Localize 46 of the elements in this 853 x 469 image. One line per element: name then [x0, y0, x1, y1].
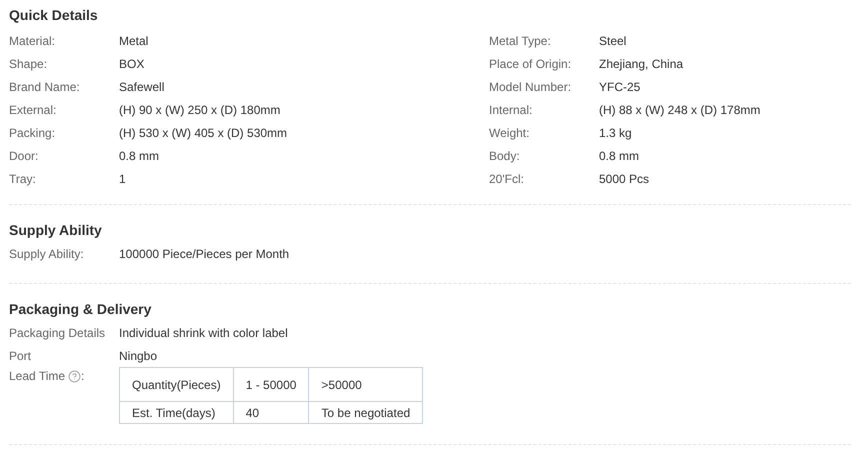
field-label: Door:: [9, 148, 40, 164]
field-value: 100000 Piece/Pieces per Month: [119, 246, 290, 262]
field-value: Steel: [599, 32, 626, 50]
field-label: Weight:: [489, 124, 530, 142]
field-value: YFC-25: [599, 78, 640, 96]
field-label: Shape:: [9, 56, 48, 72]
field-value: Safewell: [119, 78, 164, 96]
field-label: Supply Ability:: [9, 246, 85, 262]
field-value: Zhejiang, China: [599, 56, 684, 72]
table-cell: Est. Time(days): [120, 402, 234, 424]
field-value: 1: [119, 170, 126, 188]
field-label: Model Number:: [489, 78, 572, 96]
section-title: Packaging & Delivery: [9, 300, 152, 319]
table-cell: To be negotiated: [308, 402, 423, 424]
field-label: Lead Time: [9, 368, 66, 385]
field-value: 0.8 mm: [119, 148, 160, 164]
help-icon[interactable]: [68, 370, 82, 382]
field-label: Internal:: [489, 102, 534, 118]
field-label: Tray:: [9, 170, 37, 188]
section-title: Supply Ability: [9, 221, 102, 240]
field-value: (H) 88 x (W) 248 x (D) 178mm: [599, 102, 760, 118]
field-label: 20'Fcl:: [489, 170, 525, 188]
field-label: Metal Type:: [489, 32, 552, 50]
field-label: External:: [9, 102, 58, 118]
field-label: Packing:: [9, 124, 56, 142]
field-label: Packaging Details: [9, 324, 106, 342]
table-cell: 1 - 50000: [233, 368, 309, 402]
field-value: (H) 530 x (W) 405 x (D) 530mm: [119, 124, 288, 142]
field-label: Body:: [489, 148, 521, 164]
field-value: Individual shrink with color label: [119, 324, 288, 342]
field-label: Place of Origin:: [489, 56, 572, 72]
field-value: 5000 Pcs: [599, 170, 650, 188]
field-value: Metal: [119, 32, 148, 50]
field-value: (H) 90 x (W) 250 x (D) 180mm: [119, 102, 280, 118]
field-label: Brand Name:: [9, 78, 81, 96]
field-value: 0.8 mm: [599, 148, 640, 164]
section-title: Quick Details: [9, 6, 98, 25]
field-value: Ningbo: [119, 348, 158, 364]
field-value: 1.3 kg: [599, 124, 632, 142]
field-label: :: [81, 368, 84, 385]
table-cell: >50000: [308, 368, 423, 402]
field-label: Material:: [9, 32, 56, 50]
field-value: BOX: [119, 56, 144, 72]
field-label: Port: [9, 348, 32, 364]
table-cell: Quantity(Pieces): [120, 368, 234, 402]
table-cell: 40: [233, 402, 309, 424]
